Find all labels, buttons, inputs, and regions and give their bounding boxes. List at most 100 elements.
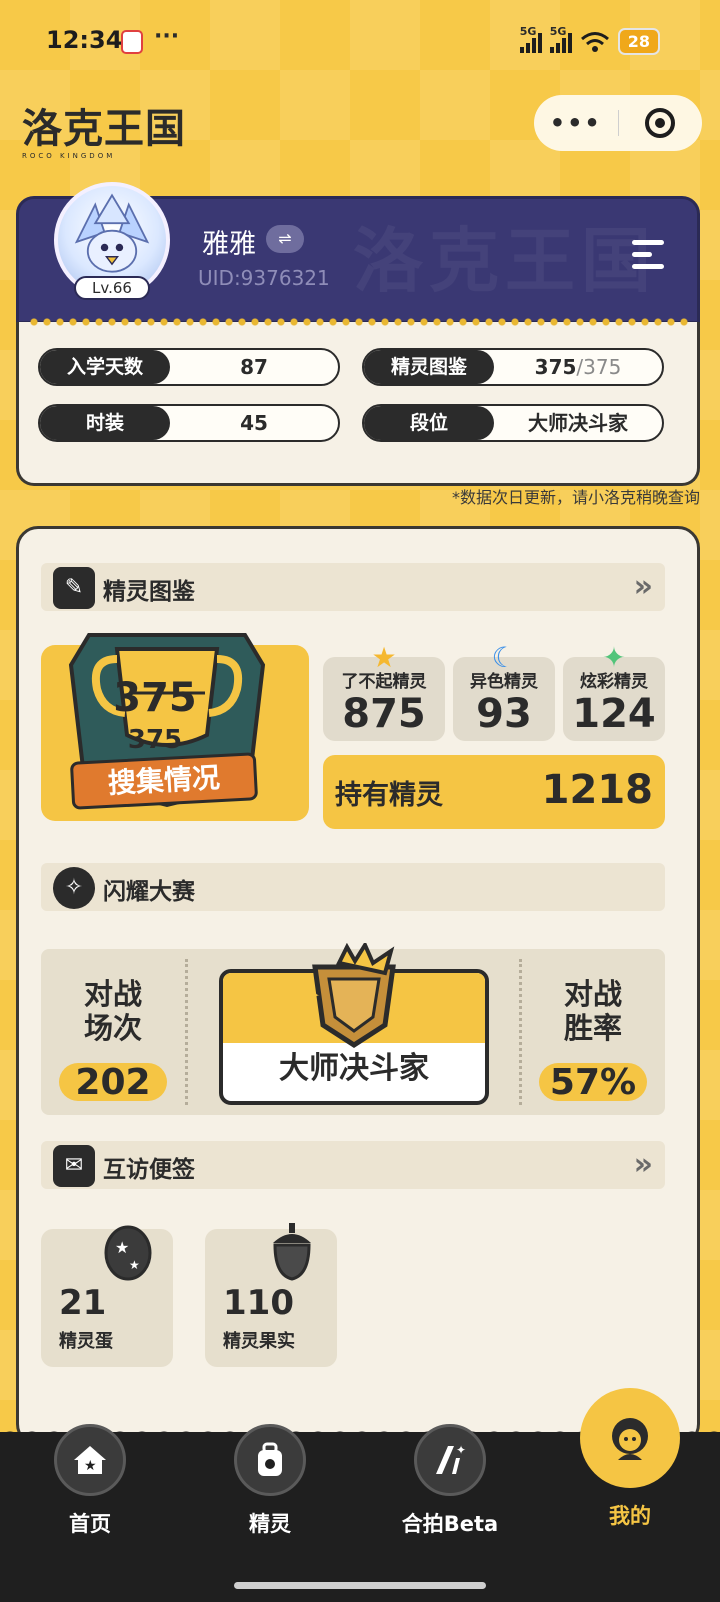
acorn-icon xyxy=(273,1223,311,1281)
stat-costume: 时装 45 xyxy=(38,404,340,442)
svg-text:✦: ✦ xyxy=(456,1443,466,1457)
pokedex-total: /375 xyxy=(576,355,622,379)
menu-icon[interactable] xyxy=(632,240,668,272)
collection-banner: 搜集情况 xyxy=(69,752,259,810)
player-uid: UID:9376321 xyxy=(198,266,330,290)
matches-label-line1: 对战 xyxy=(83,977,142,1011)
bottom-nav: ★ 首页 精灵 ✦ 合拍Beta 我的 xyxy=(0,1388,720,1602)
update-note: *数据次日更新，请小洛克稍晚查询 xyxy=(451,488,700,507)
collection-total: 375 xyxy=(127,725,183,755)
owned-spirits-panel[interactable]: 持有精灵 1218 xyxy=(323,755,665,829)
mini-stat-colorful[interactable]: ✦ 炫彩精灵 124 xyxy=(563,641,665,741)
double-chevron-icon[interactable]: » xyxy=(634,1147,654,1182)
mini-stat-value: 124 xyxy=(572,691,656,737)
matches-value: 202 xyxy=(59,1063,167,1103)
stat-label: 段位 xyxy=(364,406,494,440)
section-title: 精灵图鉴 xyxy=(103,579,195,605)
item-value: 21 xyxy=(59,1283,107,1323)
stat-value: 大师决斗家 xyxy=(528,411,628,435)
visit-section-header[interactable]: ✉ 互访便签 » xyxy=(41,1141,665,1189)
target-icon xyxy=(645,108,676,138)
backpack-icon xyxy=(234,1424,306,1496)
stat-rank: 段位 大师决斗家 xyxy=(362,404,664,442)
winrate-label: 对战 胜率 xyxy=(521,977,665,1045)
item-spirit-egg[interactable]: ★ ★ 21 精灵蛋 xyxy=(41,1225,173,1367)
section-title: 闪耀大赛 xyxy=(103,879,195,905)
item-label: 精灵蛋 xyxy=(59,1331,113,1352)
nav-item-spirits[interactable]: 精灵 xyxy=(200,1424,340,1570)
mini-stat-label: 了不起精灵 xyxy=(341,672,427,692)
home-indicator[interactable] xyxy=(234,1582,486,1589)
svg-text:★: ★ xyxy=(115,1238,129,1257)
stat-label: 精灵图鉴 xyxy=(364,350,494,384)
item-label: 精灵果实 xyxy=(223,1331,295,1352)
close-miniprogram-button[interactable] xyxy=(619,108,703,138)
pokedex-section-header[interactable]: ✎ 精灵图鉴 » xyxy=(41,563,665,611)
double-chevron-icon[interactable]: » xyxy=(634,569,654,604)
profile-card: 洛克王国 Lv.66 雅雅 ⇌ UID:9376321 入学天数 87 精灵图鉴… xyxy=(16,182,700,490)
nav-item-home[interactable]: ★ 首页 xyxy=(20,1424,160,1570)
svg-text:✦: ✦ xyxy=(391,1006,404,1025)
item-spirit-fruit[interactable]: 110 精灵果实 xyxy=(205,1223,337,1367)
nav-item-mine[interactable]: 我的 xyxy=(560,1388,700,1570)
nav-label: 精灵 xyxy=(249,1512,291,1536)
status-more-dots: ··· xyxy=(154,24,180,49)
home-icon: ★ xyxy=(54,1424,126,1496)
stat-label: 时装 xyxy=(40,406,170,440)
ai-icon: ✦ xyxy=(414,1424,486,1496)
battery-indicator: 28 xyxy=(617,28,660,55)
status-time: 12:34 xyxy=(46,26,123,54)
network-label: 5G xyxy=(519,24,537,38)
map-app-icon xyxy=(121,30,143,54)
scallop-border xyxy=(28,316,688,328)
winrate-value: 57% xyxy=(539,1063,647,1103)
rank-crest-icon: ✦ ✦ xyxy=(307,943,404,1048)
battle-winrate: 对战 胜率 57% xyxy=(521,949,665,1115)
owned-value: 1218 xyxy=(541,767,653,813)
mini-stat-label: 异色精灵 xyxy=(470,672,538,692)
stat-pokedex: 精灵图鉴 375/375 xyxy=(362,348,664,386)
battle-panel: 对战 场次 202 大师决斗家 ✦ ✦ 对战 胜率 57% xyxy=(41,943,665,1115)
collected-count: 375 xyxy=(113,675,197,721)
battle-section-header: ✧ 闪耀大赛 xyxy=(41,863,665,911)
svg-text:★: ★ xyxy=(129,1258,140,1272)
mini-stat-shiny[interactable]: ☾ 异色精灵 93 xyxy=(453,641,555,741)
header-pattern: 洛克王国 xyxy=(353,220,657,302)
winrate-label-line2: 胜率 xyxy=(563,1011,622,1045)
more-options-button[interactable]: ••• xyxy=(534,111,618,135)
book-icon: ✎ xyxy=(53,567,95,609)
wifi-icon xyxy=(580,31,609,52)
player-name: 雅雅 xyxy=(202,229,256,260)
svg-text:★: ★ xyxy=(84,1458,97,1474)
winrate-label-line1: 对战 xyxy=(563,977,622,1011)
switch-account-button[interactable]: ⇌ xyxy=(266,225,304,253)
svg-text:✦: ✦ xyxy=(307,986,320,1005)
egg-icon: ★ ★ xyxy=(104,1225,152,1281)
stat-label: 入学天数 xyxy=(40,350,170,384)
status-bar: 12:34 ··· 5G 5G 28 xyxy=(0,0,720,82)
collection-panel[interactable]: 375 375 搜集情况 xyxy=(41,633,309,821)
mini-stat-value: 93 xyxy=(476,691,532,737)
mini-stat-amazing[interactable]: ★ 了不起精灵 875 xyxy=(323,641,445,741)
signal-icon-2: 5G xyxy=(549,25,572,53)
stat-school-days: 入学天数 87 xyxy=(38,348,340,386)
stat-value: 45 xyxy=(240,411,268,435)
signal-icon: 5G xyxy=(519,25,542,53)
section-title: 互访便签 xyxy=(103,1157,195,1183)
pokedex-count: 375 xyxy=(534,355,577,379)
miniprogram-capsule: ••• xyxy=(534,95,702,151)
level-badge: Lv.66 xyxy=(74,276,150,300)
matches-label: 对战 场次 xyxy=(41,977,185,1045)
mini-stat-label: 炫彩精灵 xyxy=(580,672,648,692)
divider xyxy=(185,959,188,1105)
note-icon: ✉ xyxy=(53,1145,95,1187)
content-card: ✎ 精灵图鉴 » 375 375 搜集情况 ★ 了不起精灵 875 ☾ 异色精灵… xyxy=(16,526,700,1446)
stat-value: 87 xyxy=(240,355,268,379)
nav-label: 合拍Beta xyxy=(401,1512,499,1536)
nav-item-ai-photo[interactable]: ✦ 合拍Beta xyxy=(380,1424,520,1570)
compass-icon: ✧ xyxy=(53,867,95,909)
owned-label: 持有精灵 xyxy=(335,780,443,811)
matches-label-line2: 场次 xyxy=(83,1011,142,1045)
nav-label: 我的 xyxy=(609,1504,651,1528)
mini-stat-value: 875 xyxy=(342,691,426,737)
